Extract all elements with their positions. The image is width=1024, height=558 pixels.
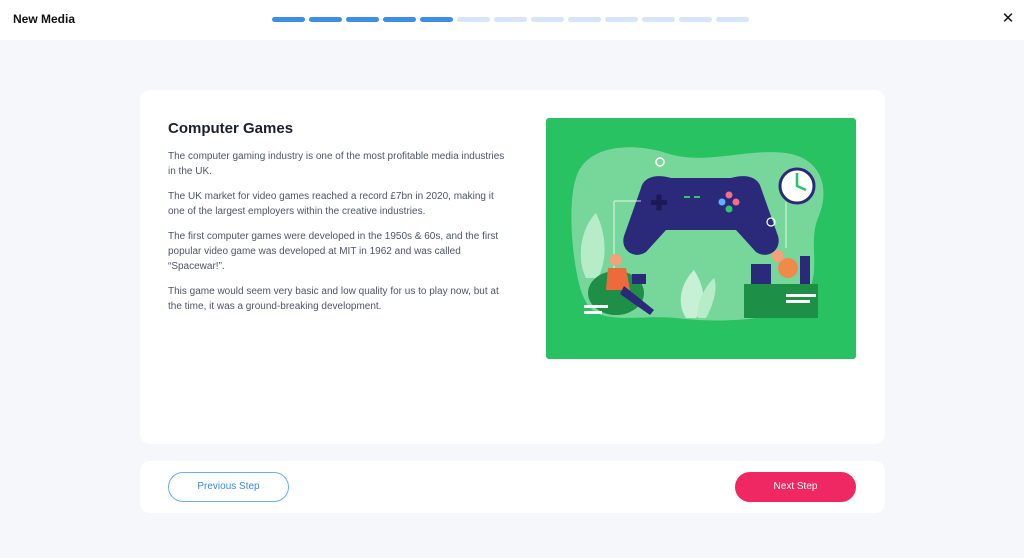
progress-step-complete: [346, 17, 379, 22]
footer-bar: Previous Step Next Step: [140, 461, 885, 513]
paragraph: This game would seem very basic and low …: [168, 286, 499, 312]
content-card: Computer Games The computer gaming indus…: [140, 90, 885, 444]
app-title: New Media: [13, 12, 76, 26]
progress-step-incomplete: [679, 17, 712, 22]
paragraph: The computer gaming industry is one of t…: [168, 151, 505, 177]
progress-step-complete: [272, 17, 305, 22]
game-controller-illustration: [546, 118, 856, 359]
progress-step-incomplete: [642, 17, 675, 22]
progress-step-incomplete: [457, 17, 490, 22]
step-progress-bar: [272, 17, 749, 23]
progress-step-complete: [309, 17, 342, 22]
top-bar: New Media ✕: [0, 0, 1024, 40]
progress-step-complete: [383, 17, 416, 22]
progress-step-incomplete: [605, 17, 638, 22]
progress-step-incomplete: [716, 17, 749, 22]
next-step-button[interactable]: Next Step: [735, 472, 856, 502]
progress-step-incomplete: [494, 17, 527, 22]
previous-step-button[interactable]: Previous Step: [168, 472, 289, 502]
close-icon[interactable]: ✕: [1001, 11, 1015, 27]
body-text: The computer gaming industry is one of t…: [168, 149, 508, 324]
illustration-graphic: [571, 147, 824, 321]
progress-step-incomplete: [568, 17, 601, 22]
progress-step-incomplete: [531, 17, 564, 22]
paragraph: The UK market for video games reached a …: [168, 191, 494, 217]
progress-step-complete: [420, 17, 453, 22]
page-title: Computer Games: [168, 120, 294, 137]
paragraph: The first computer games were developed …: [168, 231, 499, 272]
